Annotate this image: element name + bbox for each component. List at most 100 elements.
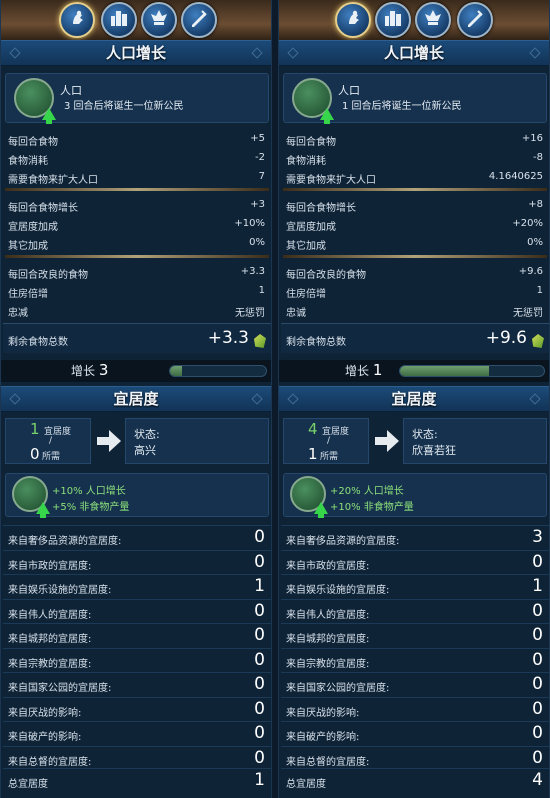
stat-value: +3 (250, 199, 265, 210)
citizen-growth-icon (12, 476, 50, 518)
amenity-have-value: 4 (308, 420, 318, 438)
stat-row: 宜居度加成 +20% (281, 215, 549, 233)
stat-row: 需要食物来扩大人口 4.1640625 (281, 168, 549, 186)
amenity-source-row: 来自奢侈品资源的宜居度: 3 (281, 525, 549, 549)
stat-row: 食物消耗 -2 (3, 149, 271, 167)
tab-citizen[interactable] (335, 2, 371, 38)
amenity-source-label: 来自城邦的宜居度: (8, 634, 92, 645)
bonus-growth: +20% 人口增长 (330, 486, 404, 497)
amenity-source-label: 来自总督的宜居度: (8, 756, 92, 768)
amenity-need-value: 0 (30, 445, 40, 463)
stat-label: 每回合改良的食物 (286, 270, 366, 281)
stat-value: +20% (512, 218, 543, 229)
growth-progress-bar: 增长 3 (1, 360, 271, 382)
growth-progress-bar: 增长 1 (279, 360, 549, 382)
tab-governor[interactable] (457, 2, 493, 38)
amenity-status-box: 状态: 高兴 (125, 418, 269, 464)
amenity-source-value: 1 (532, 576, 543, 596)
city-panel-right: 人口增长 人口 1 回合后将诞生一位新公民 每回合食物 +16 食物消耗 -8 需要食物来扩大… (278, 0, 550, 798)
amenity-source-row: 来自国家公园的宜居度: 0 (281, 672, 549, 696)
citizen-title: 人口 (60, 84, 82, 97)
population-growth-header: 人口增长 (1, 40, 271, 66)
amenity-source-row: 来自宗教的宜居度: 0 (3, 647, 271, 672)
total-food-row: 剩余食物总数 +3.3 (3, 323, 271, 353)
growth-arrow-stem (40, 513, 46, 518)
citizen-subtitle: 3 回合后将诞生一位新公民 (64, 101, 184, 112)
citizen-subtitle: 1 回合后将诞生一位新公民 (342, 101, 462, 112)
total-amenity-label: 总宜居度 (8, 779, 48, 790)
amenity-source-label: 来自伟人的宜居度: (286, 609, 370, 621)
stat-label: 忠减 (8, 308, 28, 319)
bonus-nonfood: +10% 非食物产量 (330, 502, 414, 513)
growth-bar-label: 增长 3 (71, 361, 108, 379)
stat-label: 每回合食物 (8, 137, 58, 148)
amenity-source-row: 来自总督的宜居度: 0 (3, 745, 271, 770)
stat-label: 食物消耗 (8, 156, 48, 167)
amenity-source-label: 来自宗教的宜居度: (286, 658, 370, 670)
stat-value: +8 (528, 199, 543, 210)
stat-value: 0% (249, 237, 265, 248)
divider (283, 255, 547, 258)
stat-label: 食物消耗 (286, 156, 326, 167)
stat-label: 其它加成 (286, 241, 326, 252)
amenity-source-label: 来自城邦的宜居度: (286, 634, 370, 645)
total-food-label: 剩余食物总数 (286, 337, 346, 348)
stat-row: 每回合食物 +5 (3, 130, 271, 148)
amenity-source-row: 来自城邦的宜居度: 0 (3, 623, 271, 647)
amenity-source-value: 0 (254, 625, 265, 645)
stat-label: 每回合食物 (286, 137, 336, 148)
amenity-source-value: 0 (532, 649, 543, 670)
growth-turns: 3 (98, 361, 109, 379)
growth-turns: 1 (372, 361, 383, 379)
amenity-source-value: 0 (254, 551, 265, 572)
stat-value: 无惩罚 (235, 308, 265, 319)
amenity-title: 宜居度 (113, 390, 159, 408)
amenity-bonus-box: +20% 人口增长 +10% 非食物产量 (283, 473, 547, 518)
amenity-title: 宜居度 (391, 390, 437, 408)
amenity-source-value: 0 (254, 698, 265, 719)
governor-icon (187, 6, 211, 34)
tab-religion[interactable] (141, 2, 177, 38)
stat-row: 住房倍增 1 (3, 282, 271, 300)
growth-fill (170, 366, 182, 376)
amenity-need-label: 所需 (320, 452, 339, 462)
religion-icon (421, 6, 445, 34)
stat-value: 1 (536, 285, 543, 296)
tab-citizen[interactable] (59, 2, 95, 38)
tab-governor[interactable] (181, 2, 217, 38)
amenity-source-row: 来自伟人的宜居度: 0 (3, 598, 271, 623)
stat-label: 需要食物来扩大人口 (286, 175, 376, 186)
divider (5, 188, 269, 191)
stat-value: +16 (521, 133, 543, 144)
total-food-label: 剩余食物总数 (8, 337, 68, 348)
total-amenity-row: 总宜居度 4 (281, 768, 549, 796)
amenity-source-row: 来自奢侈品资源的宜居度: 0 (3, 525, 271, 549)
amenity-source-row: 来自市政的宜居度: 0 (281, 549, 549, 574)
panel-tabs (279, 2, 549, 40)
header-ornament (251, 47, 263, 59)
citizen-growth-icon (292, 78, 334, 124)
stat-row: 其它加成 0% (3, 234, 271, 252)
amenity-header: 宜居度 (1, 386, 271, 412)
stat-label: 住房倍增 (8, 289, 48, 300)
amenity-source-row: 来自宗教的宜居度: 0 (281, 647, 549, 672)
tab-religion[interactable] (415, 2, 451, 38)
growth-label: 增长 (345, 364, 370, 378)
stat-row: 需要食物来扩大人口 7 (3, 168, 271, 186)
stat-label: 宜居度加成 (286, 222, 336, 233)
religion-icon (147, 6, 171, 34)
food-icon (254, 334, 266, 348)
amenity-count-box: 4 宜居度/1 所需 (283, 418, 369, 464)
amenity-source-row: 来自破产的影响: 0 (3, 721, 271, 745)
amenity-source-label: 来自总督的宜居度: (286, 756, 370, 768)
stat-row: 食物消耗 -8 (281, 149, 549, 167)
amenity-source-label: 来自厌战的影响: (8, 707, 82, 719)
city-buildings-icon (381, 6, 405, 34)
tab-city-buildings[interactable] (101, 2, 137, 38)
growth-bar-label: 增长 1 (345, 361, 382, 379)
arrow-right-icon (375, 430, 399, 452)
tab-city-buildings[interactable] (375, 2, 411, 38)
amenity-source-label: 来自国家公园的宜居度: (286, 683, 390, 694)
amenity-source-row: 来自城邦的宜居度: 0 (281, 623, 549, 647)
amenity-source-value: 0 (532, 723, 543, 743)
